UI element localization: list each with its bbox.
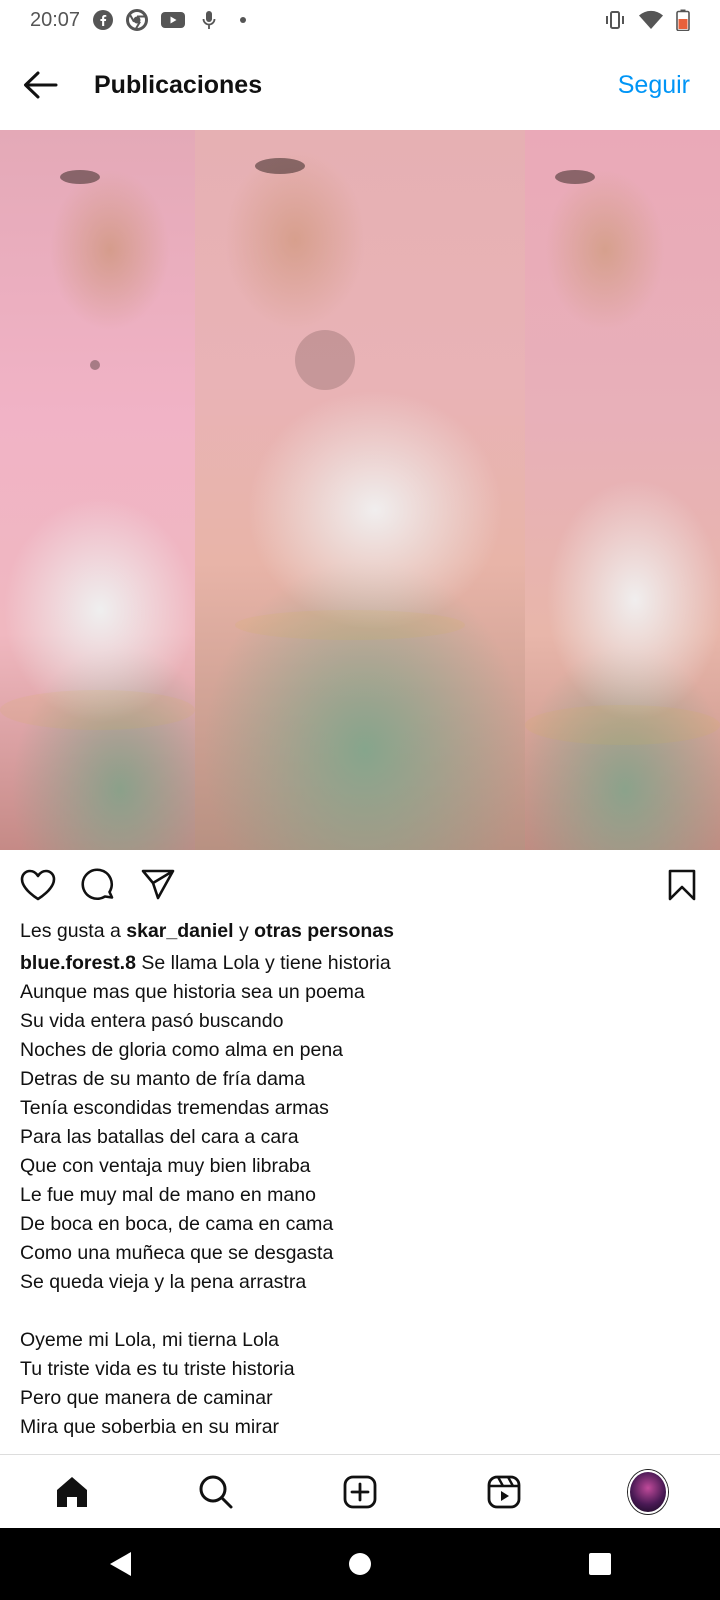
liked-by-user[interactable]: skar_daniel [126,920,233,942]
like-button[interactable] [18,865,58,905]
share-button[interactable] [138,865,178,905]
wifi-icon [638,9,664,31]
vibrate-icon [604,9,626,31]
comment-button[interactable] [78,865,118,905]
post-image[interactable] [0,130,720,850]
caption-author[interactable]: blue.forest.8 [20,952,136,974]
home-icon [57,1477,87,1507]
facebook-icon [92,9,114,31]
app-header: Publicaciones Seguir [0,40,720,130]
bottom-nav [0,1454,720,1529]
status-time: 20:07 [30,8,81,31]
system-home-button[interactable] [340,1544,380,1584]
nav-search[interactable] [196,1472,236,1512]
likes-line: Les gusta a skar_daniel y otras personas [20,920,700,943]
nav-profile[interactable] [628,1470,668,1514]
likes-prefix: Les gusta a [20,920,127,942]
nav-create[interactable] [340,1472,380,1512]
search-icon [199,1475,233,1509]
home-circle-icon [349,1553,371,1575]
post-image-panel-right [525,130,720,850]
likes-joiner: y [233,920,255,942]
system-recents-button[interactable] [580,1544,620,1584]
back-icon [110,1552,131,1576]
post-image-panel-center [195,130,525,850]
system-back-button[interactable] [100,1544,140,1584]
mic-icon [198,9,220,31]
back-button[interactable] [22,67,58,103]
liked-by-others[interactable]: otras personas [254,920,394,942]
status-bar: 20:07 [0,0,720,40]
follow-button[interactable]: Seguir [618,71,690,100]
post-image-panel-left [0,130,195,850]
caption-text: Se llama Lola y tiene historia Aunque ma… [20,952,391,1438]
battery-icon [676,9,690,32]
send-icon [141,869,175,900]
nav-home[interactable] [52,1472,92,1512]
youtube-icon [160,9,186,31]
reels-icon [487,1475,521,1509]
dot-icon [232,9,254,31]
nav-reels[interactable] [484,1472,524,1512]
chrome-icon [126,9,149,31]
comment-icon [81,868,114,900]
post-actions [0,855,720,915]
back-arrow-icon [24,71,58,99]
page-title: Publicaciones [94,70,263,99]
heart-icon [20,869,56,901]
bookmark-icon [668,869,696,901]
recents-icon [589,1553,611,1575]
profile-avatar [628,1470,668,1514]
save-button[interactable] [662,865,702,905]
system-nav [0,1528,720,1600]
new-post-icon [343,1475,377,1509]
post-caption: blue.forest.8 Se llama Lola y tiene hist… [20,949,700,1439]
